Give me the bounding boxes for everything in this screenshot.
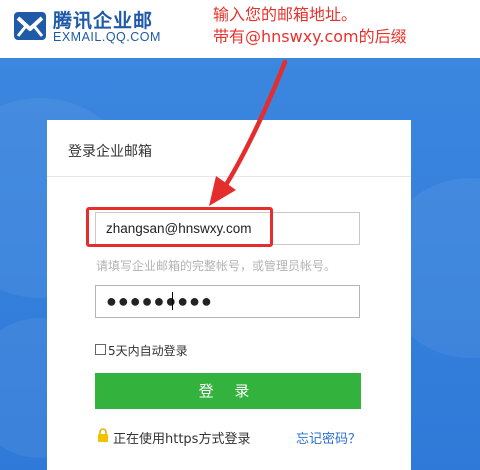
email-input[interactable] bbox=[95, 212, 360, 245]
text-caret bbox=[172, 292, 173, 310]
https-status-text: 正在使用https方式登录 bbox=[113, 432, 251, 447]
login-card-title: 登录企业邮箱 bbox=[68, 144, 152, 160]
remember-checkbox[interactable] bbox=[95, 344, 106, 355]
annotation-text: 输入您的邮箱地址。 带有@hnswxy.com的后缀 bbox=[213, 4, 475, 48]
forgot-password-link[interactable]: 忘记密码？ bbox=[296, 428, 361, 447]
email-hint: 请填写企业邮箱的完整帐号，或管理员帐号。 bbox=[96, 259, 337, 273]
annotation-line-2: 带有@hnswxy.com的后缀 bbox=[213, 27, 407, 46]
brand-name: 腾讯企业邮 bbox=[53, 10, 154, 32]
remember-label[interactable]: 5天内自动登录 bbox=[108, 342, 188, 359]
login-button[interactable]: 登 录 bbox=[95, 373, 361, 409]
mail-logo-icon bbox=[14, 12, 46, 40]
password-input[interactable]: ●●●●●●●●● bbox=[95, 285, 360, 318]
brand-domain: EXMAIL.QQ.COM bbox=[53, 30, 161, 44]
lock-icon bbox=[98, 428, 108, 442]
annotation-line-1: 输入您的邮箱地址。 bbox=[213, 5, 358, 24]
card-divider bbox=[47, 176, 411, 177]
password-mask: ●●●●●●●●● bbox=[106, 291, 213, 311]
